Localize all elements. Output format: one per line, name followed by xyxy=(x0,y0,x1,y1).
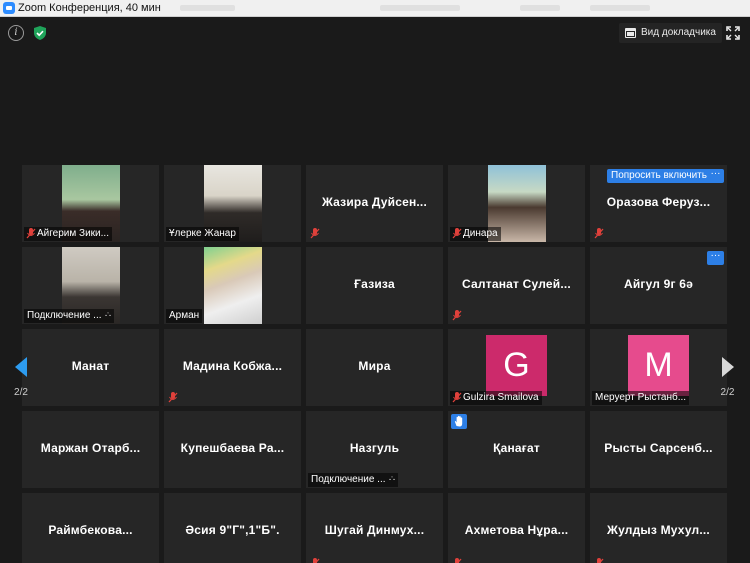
next-page-button[interactable]: 2/2 xyxy=(705,332,750,404)
page-indicator: 2/2 xyxy=(720,387,735,398)
participant-name: Салтанат Сулей... xyxy=(462,277,571,291)
fullscreen-icon[interactable] xyxy=(726,26,740,40)
speaker-view-label: Вид докладчика xyxy=(641,27,716,38)
participant-tile[interactable]: Маржан Отарб... xyxy=(22,411,159,488)
participant-name: Жулдыз Мухул... xyxy=(607,523,710,537)
participant-name: Раймбекова... xyxy=(48,523,133,537)
participant-tile[interactable]: ··· Айгул 9г 6ә xyxy=(590,247,727,324)
participant-name: Назгуль xyxy=(349,441,400,455)
more-options-button[interactable]: ··· xyxy=(707,169,724,183)
participant-tile[interactable]: Манат xyxy=(22,329,159,406)
participant-name-label: Динара xyxy=(450,227,501,241)
mic-muted-icon xyxy=(26,228,36,239)
participant-tile[interactable]: Айгерим Зики... xyxy=(22,165,159,242)
participant-tile[interactable]: Салтанат Сулей... xyxy=(448,247,585,324)
participant-tile[interactable]: Раймбекова... xyxy=(22,493,159,563)
participant-tile[interactable]: Подключение ... ·ˑ· xyxy=(22,247,159,324)
page-indicator: 2/2 xyxy=(14,387,28,398)
avatar: M xyxy=(628,335,689,396)
ask-to-start-video-button[interactable]: Попросить включить xyxy=(607,169,711,183)
participant-tile[interactable]: Қанағат xyxy=(448,411,585,488)
info-icon[interactable]: i xyxy=(8,25,24,41)
participant-tile[interactable]: Ұлерке Жанар xyxy=(164,165,301,242)
mic-muted-icon xyxy=(168,392,178,403)
participant-name: Айгул 9г 6ә xyxy=(623,277,694,291)
participant-name: Әсия 9"Г",1"Б". xyxy=(185,523,280,537)
participant-tile[interactable]: Ғазиза xyxy=(306,247,443,324)
participant-name: Шугай Динмух... xyxy=(324,523,425,537)
participant-tile[interactable]: Динара xyxy=(448,165,585,242)
participant-name-label: Арман xyxy=(166,309,203,323)
participant-name: Ахметова Нұра... xyxy=(464,523,569,537)
window-title: Zoom Конференция, 40 мин xyxy=(18,2,161,14)
participant-tile[interactable]: Арман xyxy=(164,247,301,324)
participant-tile[interactable]: Жазира Дуйсен... xyxy=(306,165,443,242)
participant-name: Қанағат xyxy=(493,441,540,455)
participant-tile[interactable]: Мадина Кобжа... xyxy=(164,329,301,406)
participant-tile[interactable]: Әсия 9"Г",1"Б". xyxy=(164,493,301,563)
chevron-right-icon xyxy=(722,357,734,377)
ghost-tab xyxy=(520,5,560,11)
participant-name: Ғазиза xyxy=(354,277,395,291)
participant-tile[interactable]: Шугай Динмух... xyxy=(306,493,443,563)
mic-muted-icon xyxy=(453,558,462,563)
participant-name: Манат xyxy=(71,359,110,373)
mic-muted-icon xyxy=(311,558,320,563)
participant-tile[interactable]: Попросить включить ··· Оразова Феруз... xyxy=(590,165,727,242)
mic-muted-icon xyxy=(595,558,604,563)
ghost-tab xyxy=(380,5,460,11)
participant-name-label: Айгерим Зики... xyxy=(24,227,112,241)
mic-muted-icon xyxy=(452,310,462,321)
ghost-tab xyxy=(590,5,650,11)
participant-name-label: Подключение ... ·ˑ· xyxy=(24,309,114,323)
mic-muted-icon xyxy=(594,228,604,239)
encryption-shield-icon[interactable] xyxy=(32,25,48,41)
avatar: G xyxy=(486,335,547,396)
participant-name: Жазира Дуйсен... xyxy=(321,195,428,209)
mic-muted-icon xyxy=(310,228,320,239)
participant-name: Маржан Отарб... xyxy=(40,441,141,455)
participant-tile[interactable]: Рысты Сарсенб... xyxy=(590,411,727,488)
participant-name: Купешбаева Ра... xyxy=(180,441,285,455)
participant-name-label: Ұлерке Жанар xyxy=(166,227,239,241)
mic-muted-icon xyxy=(452,392,462,403)
mic-muted-icon xyxy=(452,228,462,239)
participant-tile[interactable]: Назгуль Подключение ... ·ˑ· xyxy=(306,411,443,488)
participant-name: Мира xyxy=(358,359,391,373)
participant-tile[interactable]: Мира xyxy=(306,329,443,406)
connecting-status-label: Подключение ... ·ˑ· xyxy=(308,473,398,487)
more-options-button[interactable]: ··· xyxy=(707,251,724,265)
ghost-tab xyxy=(205,5,235,11)
zoom-app-icon xyxy=(3,2,15,14)
speaker-view-icon xyxy=(625,28,636,38)
participant-tile[interactable]: Купешбаева Ра... xyxy=(164,411,301,488)
participant-name: Оразова Феруз... xyxy=(606,195,711,209)
participant-name-label: Gulzira Smailova xyxy=(450,391,542,405)
participant-name: Рысты Сарсенб... xyxy=(604,441,713,455)
participant-video xyxy=(204,247,262,324)
participant-tile[interactable]: G Gulzira Smailova xyxy=(448,329,585,406)
participant-tile[interactable]: Жулдыз Мухул... xyxy=(590,493,727,563)
previous-page-button[interactable]: 2/2 xyxy=(0,332,42,404)
participant-tile[interactable]: Ахметова Нұра... xyxy=(448,493,585,563)
participant-name-label: Меруерт Рыстанб... xyxy=(592,391,690,405)
speaker-view-button[interactable]: Вид докладчика xyxy=(619,23,722,43)
raised-hand-icon xyxy=(451,414,467,429)
participant-name: Мадина Кобжа... xyxy=(182,359,283,373)
window-titlebar: Zoom Конференция, 40 мин xyxy=(0,0,750,17)
chevron-left-icon xyxy=(15,357,27,377)
